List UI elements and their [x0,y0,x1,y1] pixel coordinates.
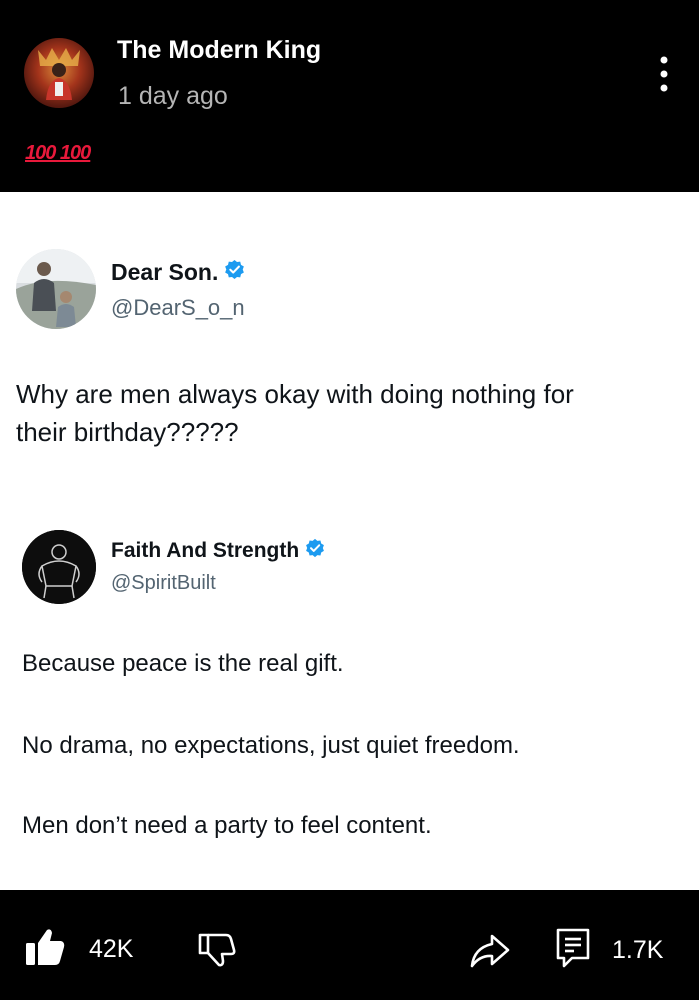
action-bar: 42K 1.7K [0,890,699,1000]
post-caption: 100 100 [25,142,91,164]
channel-name[interactable]: The Modern King [117,36,321,65]
tweet-1-text: Why are men always okay with doing nothi… [16,375,574,451]
dear-son-avatar [16,249,96,329]
post-timestamp: 1 day ago [118,82,228,110]
tweet-2-handle[interactable]: @SpiritBuilt [111,572,216,595]
tweet-1-handle[interactable]: @DearS_o_n [111,295,245,321]
verified-badge-icon [224,259,245,286]
tweet-2-para-3: Men don’t need a party to feel content. [22,812,432,839]
tweet-1-line-1: Why are men always okay with doing nothi… [16,379,574,409]
thumbs-up-icon [25,928,65,971]
tweet-1-author-name: Dear Son. [111,259,219,285]
share-button[interactable] [470,934,510,973]
faith-strength-avatar [22,530,96,604]
more-vertical-icon[interactable] [652,54,676,94]
verified-badge-icon [305,538,325,564]
share-icon [470,934,510,973]
comment-count: 1.7K [612,936,664,964]
like-count: 42K [89,935,134,963]
channel-avatar[interactable] [24,38,94,108]
dislike-button[interactable] [198,932,236,973]
thumbs-down-icon [198,932,236,973]
comment-icon [556,928,590,973]
tweet-2-para-2: No drama, no expectations, just quiet fr… [22,732,520,759]
faith-strength-name[interactable]: Faith And Strength [111,538,325,564]
dear-son-name[interactable]: Dear Son. [111,259,245,286]
post-header: The Modern King 1 day ago 100 100 [0,0,699,192]
comments-button[interactable]: 1.7K [556,928,663,973]
tweet-screenshot: Dear Son. @DearS_o_n Why are men always … [0,192,699,890]
tweet-2-para-1: Because peace is the real gift. [22,650,344,677]
tweet-2-author-name: Faith And Strength [111,539,300,562]
tweet-1-line-2: their birthday????? [16,417,239,447]
like-button[interactable]: 42K [25,928,133,971]
